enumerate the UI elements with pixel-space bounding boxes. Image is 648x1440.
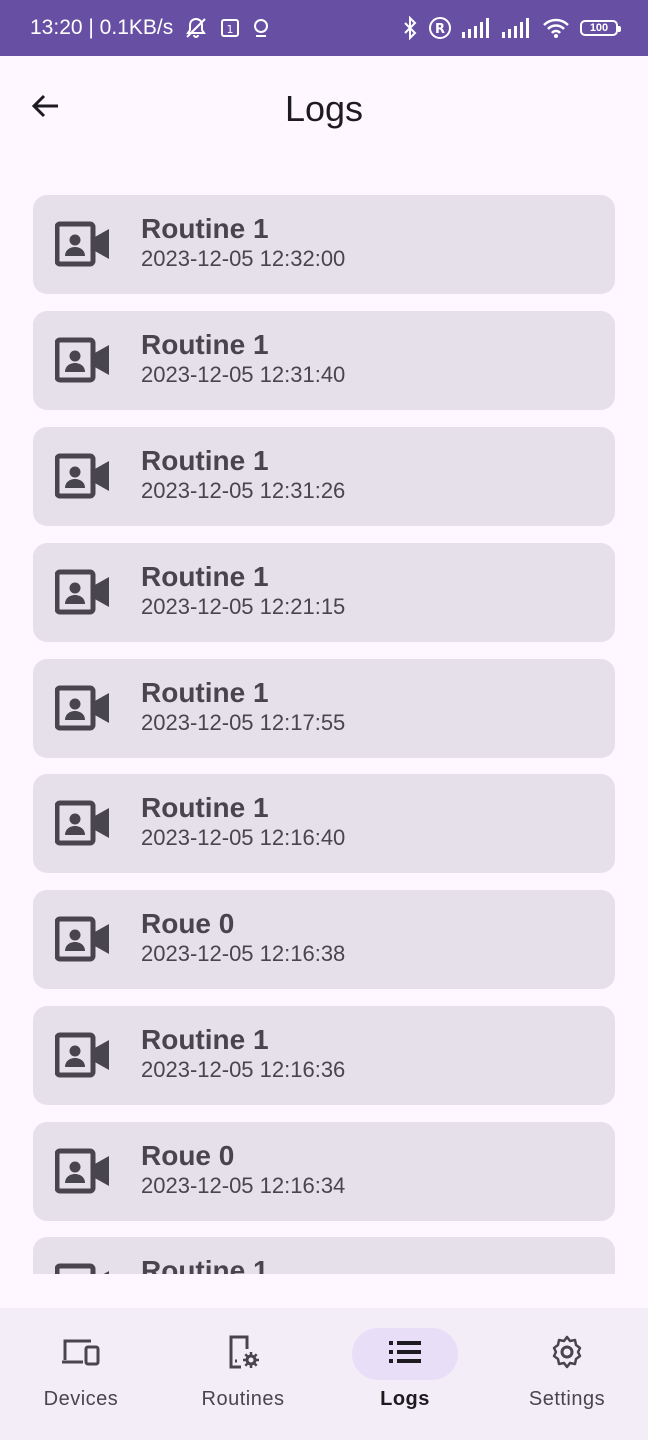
sim-card-icon: 1	[219, 17, 241, 39]
nav-routines-indicator	[190, 1328, 296, 1380]
nav-logs-label: Logs	[380, 1388, 430, 1410]
log-time: 2023-12-05 12:31:40	[141, 362, 346, 387]
status-bar: 13:20 | 0.1KB/s 1 R 100	[0, 0, 648, 56]
video-contact-icon	[54, 452, 111, 500]
svg-text:R: R	[435, 22, 445, 37]
nav-settings-indicator	[514, 1328, 620, 1380]
registered-icon: R	[428, 16, 452, 40]
log-item[interactable]: Routine 1	[33, 1237, 615, 1274]
log-item[interactable]: Routine 1 2023-12-05 12:32:00	[33, 195, 615, 294]
log-name: Roue 0	[141, 1140, 235, 1171]
page-title: Logs	[284, 88, 364, 129]
log-name: Routine 1	[141, 561, 269, 592]
wifi-icon	[542, 17, 570, 39]
nav-devices-indicator	[28, 1328, 134, 1380]
log-time: 2023-12-05 12:16:36	[141, 1057, 346, 1082]
log-name: Routine 1	[141, 445, 269, 476]
log-name: Routine 1	[141, 677, 269, 708]
video-contact-icon	[54, 684, 111, 732]
log-time: 2023-12-05 12:21:15	[141, 594, 346, 619]
nav-settings-label: Settings	[528, 1388, 606, 1410]
log-name: Routine 1	[141, 213, 269, 244]
video-contact-icon	[54, 336, 111, 384]
location-icon	[251, 17, 271, 39]
log-name: Routine 1	[141, 1024, 269, 1055]
log-name: Roue 0	[141, 908, 235, 939]
log-time: 2023-12-05 12:16:34	[141, 1173, 346, 1198]
mute-bell-icon	[183, 16, 209, 40]
log-name: Routine 1	[141, 1255, 269, 1274]
log-item[interactable]: Routine 1 2023-12-05 12:17:55	[33, 659, 615, 758]
video-contact-icon	[54, 799, 111, 847]
nav-settings[interactable]: Settings	[486, 1308, 648, 1440]
gear-icon	[549, 1334, 585, 1375]
log-time: 2023-12-05 12:32:00	[141, 246, 346, 271]
nav-devices[interactable]: Devices	[0, 1308, 162, 1440]
bluetooth-icon	[402, 16, 418, 40]
video-contact-icon	[54, 220, 111, 268]
nav-logs[interactable]: Logs	[324, 1308, 486, 1440]
log-name: Routine 1	[141, 792, 269, 823]
log-time: 2023-12-05 12:31:26	[141, 478, 346, 503]
list-icon	[388, 1339, 422, 1370]
log-item[interactable]: Routine 1 2023-12-05 12:31:26	[33, 427, 615, 526]
arrow-back-icon	[30, 90, 62, 127]
back-button[interactable]	[22, 84, 70, 132]
log-time: 2023-12-05 12:16:38	[141, 941, 346, 966]
video-contact-icon	[54, 1262, 111, 1274]
log-list[interactable]: Routine 1 2023-12-05 12:32:00 Routine 1 20…	[0, 162, 648, 1274]
video-contact-icon	[54, 1147, 111, 1195]
status-time-speed: 13:20 | 0.1KB/s	[30, 16, 174, 39]
video-contact-icon	[54, 568, 111, 616]
nav-devices-label: Devices	[43, 1388, 119, 1410]
status-right: R 100	[402, 16, 621, 40]
top-app-bar: Logs	[0, 56, 648, 162]
log-item[interactable]: Routine 1 2023-12-05 12:21:15	[33, 543, 615, 642]
log-name: Routine 1	[141, 329, 269, 360]
log-item[interactable]: Routine 1 2023-12-05 12:16:40	[33, 774, 615, 873]
signal-icon-2	[502, 18, 532, 38]
log-item[interactable]: Roue 0 2023-12-05 12:16:34	[33, 1122, 615, 1221]
device-settings-icon	[225, 1334, 261, 1375]
nav-logs-indicator	[352, 1328, 458, 1380]
signal-icon	[462, 18, 492, 38]
status-left: 13:20 | 0.1KB/s 1	[30, 16, 271, 40]
bottom-navigation: Devices Routines Logs Settings	[0, 1308, 648, 1440]
battery-icon: 100	[580, 20, 621, 36]
log-item[interactable]: Routine 1 2023-12-05 12:31:40	[33, 311, 615, 410]
nav-routines-label: Routines	[201, 1388, 285, 1410]
log-time: 2023-12-05 12:17:55	[141, 710, 346, 735]
devices-icon	[61, 1336, 101, 1373]
log-item[interactable]: Roue 0 2023-12-05 12:16:38	[33, 890, 615, 989]
nav-routines[interactable]: Routines	[162, 1308, 324, 1440]
svg-text:1: 1	[227, 23, 234, 36]
video-contact-icon	[54, 915, 111, 963]
log-time: 2023-12-05 12:16:40	[141, 825, 346, 850]
video-contact-icon	[54, 1031, 111, 1079]
log-item[interactable]: Routine 1 2023-12-05 12:16:36	[33, 1006, 615, 1105]
